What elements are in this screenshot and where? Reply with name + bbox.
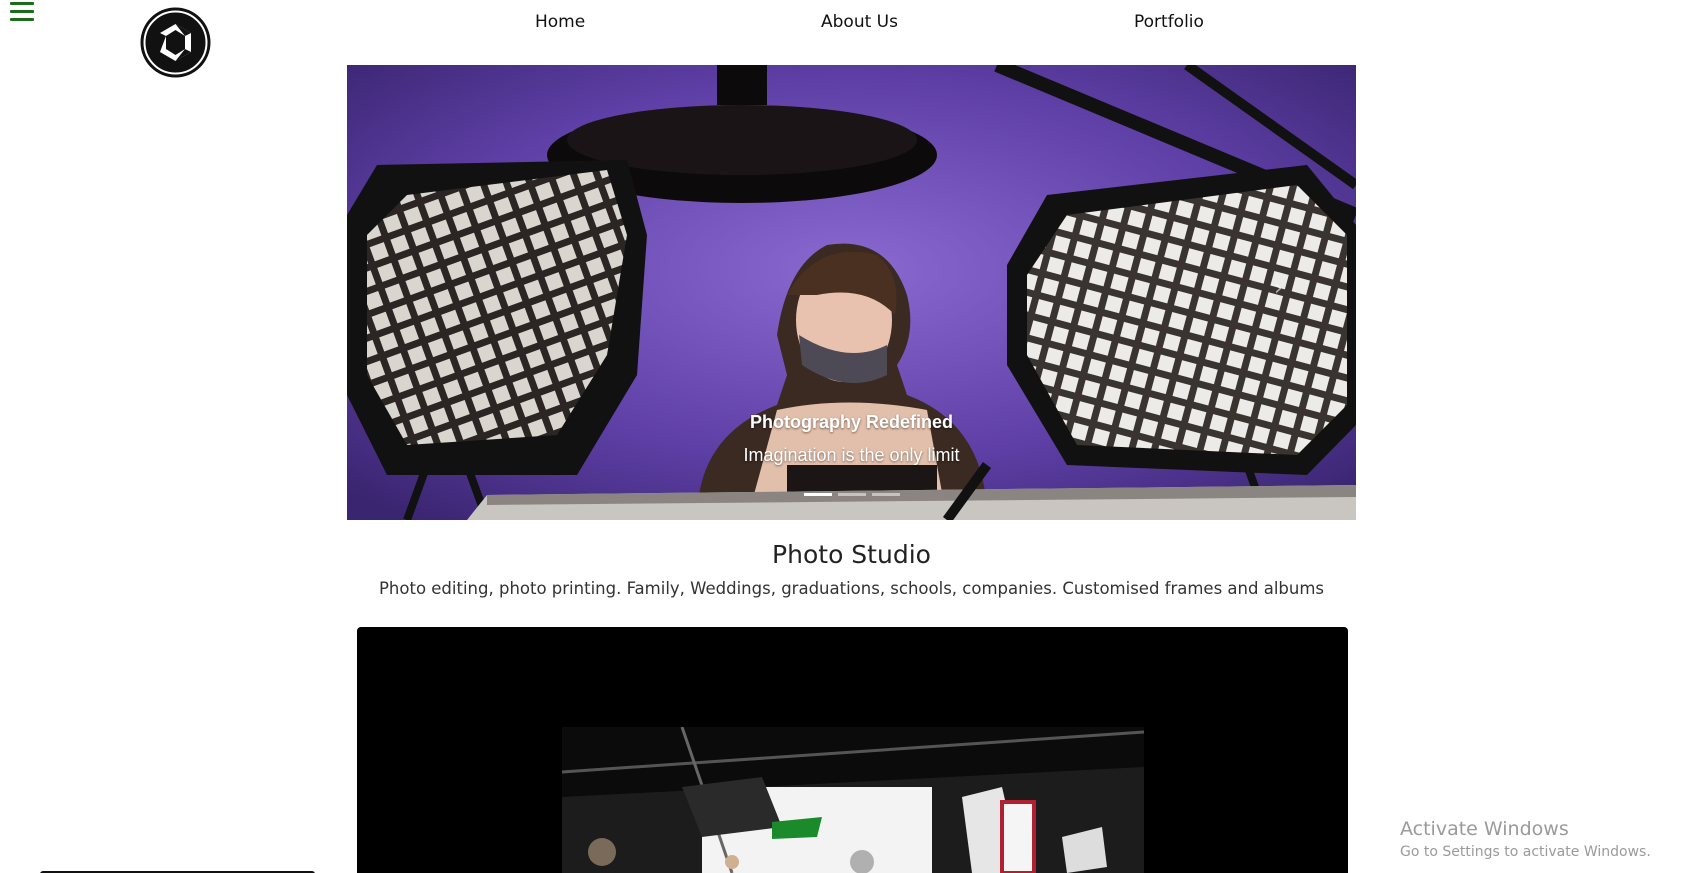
carousel-prev-button[interactable]: ‹: [409, 277, 429, 301]
windows-activation-watermark: Activate Windows Go to Settings to activ…: [1400, 818, 1651, 860]
section-title: Photo Studio: [772, 540, 931, 569]
carousel-indicators: [347, 493, 1356, 496]
carousel-indicator-1[interactable]: [803, 493, 832, 496]
nav-about-us[interactable]: About Us: [821, 12, 898, 32]
page: Home About Us Portfolio › Photography Re…: [0, 0, 1683, 873]
carousel-caption-subtitle: Imagination is the only limit: [743, 445, 960, 465]
carousel-indicator-3[interactable]: [871, 493, 900, 496]
carousel-caption-title: Photography Redefined: [749, 412, 953, 432]
chevron-right-icon[interactable]: ›: [1274, 277, 1294, 301]
main-nav: Home About Us Portfolio: [0, 12, 1683, 36]
hero-carousel[interactable]: ‹ › Photography Redefined Imagination is…: [347, 65, 1356, 520]
carousel-indicator-2[interactable]: [837, 493, 866, 496]
watermark-line2: Go to Settings to activate Windows.: [1400, 844, 1651, 860]
studio-video-frame: [562, 727, 1144, 873]
video-player[interactable]: [357, 627, 1348, 873]
section-description: Photo editing, photo printing. Family, W…: [378, 579, 1325, 598]
watermark-line1: Activate Windows: [1400, 818, 1569, 840]
nav-home[interactable]: Home: [535, 12, 585, 32]
nav-portfolio[interactable]: Portfolio: [1134, 12, 1204, 32]
